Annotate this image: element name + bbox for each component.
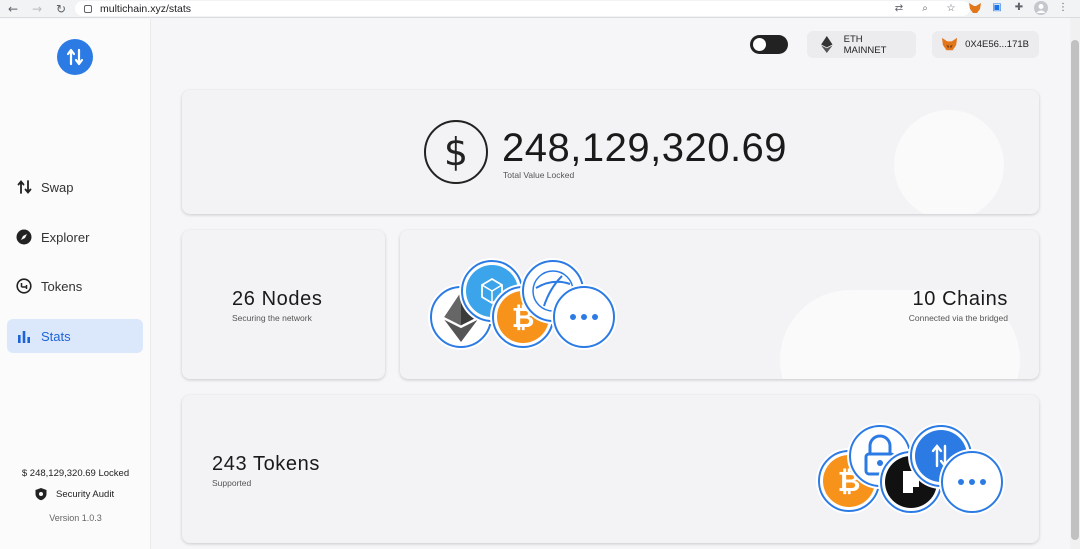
security-audit-label: Security Audit — [56, 488, 115, 500]
dollar-icon: $ — [424, 120, 488, 184]
tvl-value: 248,129,320.69 — [502, 126, 788, 170]
swap-icon — [16, 179, 32, 195]
sidebar-item-tokens[interactable]: Tokens — [7, 269, 143, 303]
swap-arrows-logo-icon — [66, 48, 84, 66]
version-text: Version 1.0.3 — [49, 513, 102, 523]
chains-card: ₿ 10 Chains Connected via the bridged — [400, 230, 1039, 379]
chains-label: Connected via the bridged — [908, 313, 1008, 323]
profile-avatar-icon[interactable] — [1034, 1, 1048, 15]
zoom-icon[interactable]: ⌕ — [918, 2, 932, 16]
tokens-card: 243 Tokens Supported ₿ — [182, 395, 1039, 543]
security-audit-link[interactable]: Security Audit — [34, 487, 114, 501]
tvl-card: $ 248,129,320.69 Total Value Locked — [182, 90, 1039, 214]
bookmark-star-icon[interactable]: ☆ — [944, 2, 958, 16]
sidebar-item-label: Tokens — [41, 278, 83, 294]
sidebar: Swap Explorer Tokens Stats $ 248,129,320… — [0, 19, 151, 549]
metamask-fox-icon — [942, 37, 958, 51]
back-icon[interactable]: ← — [6, 2, 20, 16]
wallet-address-button[interactable]: 0X4E56...171B — [932, 31, 1039, 58]
compass-icon — [16, 229, 32, 245]
address-bar[interactable]: multichain.xyz/stats ⇄ ⌕ ☆ — [75, 1, 970, 16]
tokens-icon — [16, 278, 32, 294]
lock-icon — [84, 4, 92, 13]
sidebar-item-stats[interactable]: Stats — [7, 319, 143, 353]
sidebar-item-explorer[interactable]: Explorer — [7, 220, 143, 254]
network-label: ETH MAINNET — [843, 33, 887, 56]
bar-chart-icon — [16, 328, 32, 344]
more-tokens-icon — [941, 451, 1003, 513]
extension-badge-icon[interactable]: ▣ — [990, 1, 1004, 15]
multichain-logo[interactable] — [57, 39, 93, 75]
sidebar-item-label: Swap — [41, 179, 74, 195]
chains-value: 10 Chains — [912, 288, 1008, 310]
page-scrollbar[interactable] — [1070, 18, 1080, 549]
nodes-value: 26 Nodes — [232, 288, 323, 310]
metamask-extension-icon[interactable] — [968, 1, 982, 15]
toggle-knob — [753, 38, 766, 51]
reload-icon[interactable]: ↻ — [54, 2, 68, 16]
forward-icon[interactable]: → — [30, 2, 44, 16]
url-text: multichain.xyz/stats — [100, 2, 192, 15]
network-selector-button[interactable]: ETH MAINNET — [807, 31, 916, 58]
background-decoration — [894, 110, 1004, 214]
browser-menu-icon[interactable]: ⋮ — [1056, 1, 1070, 15]
ethereum-icon — [821, 36, 833, 53]
sidebar-item-swap[interactable]: Swap — [7, 170, 143, 204]
tvl-label: Total Value Locked — [503, 170, 575, 180]
wallet-address: 0X4E56...171B — [965, 39, 1029, 50]
scrollbar-thumb[interactable] — [1071, 40, 1079, 540]
theme-toggle[interactable] — [750, 35, 788, 54]
total-locked-text: $ 248,129,320.69 Locked — [21, 468, 130, 479]
browser-toolbar: ← → ↻ multichain.xyz/stats ⇄ ⌕ ☆ ▣ ✚ ⋮ — [0, 0, 1080, 18]
shield-icon — [35, 488, 47, 501]
more-chains-icon — [553, 286, 615, 348]
nodes-label: Securing the network — [232, 313, 312, 323]
token-coins-group: ₿ — [182, 395, 1039, 543]
nodes-card: 26 Nodes Securing the network — [182, 230, 385, 379]
sidebar-item-label: Stats — [41, 328, 71, 344]
extensions-puzzle-icon[interactable]: ✚ — [1012, 1, 1026, 15]
translate-icon[interactable]: ⇄ — [892, 2, 906, 16]
sidebar-item-label: Explorer — [41, 229, 90, 245]
